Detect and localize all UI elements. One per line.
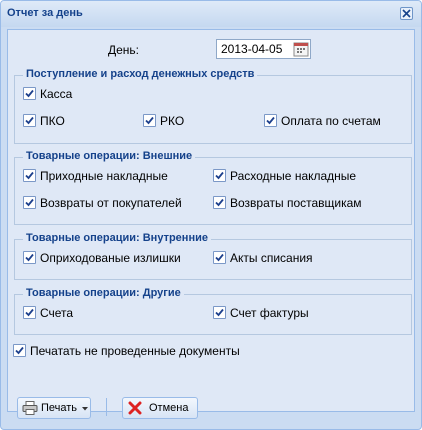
checkbox-label: РКО <box>160 114 185 128</box>
checkbox-label: Возвраты поставщикам <box>230 196 362 210</box>
close-icon <box>402 9 411 18</box>
check-icon <box>25 116 34 125</box>
checkbox-label: Возвраты от покупателей <box>40 196 182 210</box>
cancel-button-label: Отмена <box>149 402 189 414</box>
check-icon <box>215 253 224 262</box>
checkbox-outgoing-invoices[interactable] <box>213 169 226 182</box>
checkbox-label: ПКО <box>40 114 65 128</box>
group-cash: Поступление и расход денежных средств Ка… <box>14 68 412 144</box>
date-label: День: <box>108 43 140 57</box>
cancel-icon <box>128 401 142 415</box>
cancel-button[interactable]: Отмена <box>122 397 198 419</box>
checkbox-label: Печатать не проведенные документы <box>30 344 240 358</box>
check-icon <box>15 346 24 355</box>
print-button-label: Печать <box>41 402 78 414</box>
checkbox-label: Счет фактуры <box>230 306 309 320</box>
checkbox-supplier-returns[interactable] <box>213 196 226 209</box>
checkbox-incoming-invoices[interactable] <box>23 169 36 182</box>
check-icon <box>215 171 224 180</box>
checkbox-writeoff[interactable] <box>213 251 226 264</box>
chevron-down-icon <box>82 407 88 411</box>
check-icon <box>215 198 224 207</box>
group-legend: Товарные операции: Внутренние <box>23 232 211 244</box>
checkbox-label: Расходные накладные <box>230 169 357 183</box>
check-icon <box>215 308 224 317</box>
group-legend: Товарные операции: Внешние <box>23 150 196 162</box>
checkbox-label: Оплата по счетам <box>281 114 381 128</box>
checkbox-customer-returns[interactable] <box>23 196 36 209</box>
group-legend: Товарные операции: Другие <box>23 287 184 299</box>
check-icon <box>266 116 275 125</box>
checkbox-invoice-factura[interactable] <box>213 306 226 319</box>
printer-icon <box>22 401 38 415</box>
check-icon <box>25 198 34 207</box>
check-icon <box>25 308 34 317</box>
toolbar-separator <box>106 398 107 416</box>
checkbox-label: Счета <box>40 306 74 320</box>
checkbox-print-unposted[interactable] <box>13 344 26 357</box>
dialog-body: День: 2013-04-05 Поступление и расход де… <box>7 29 415 419</box>
group-external: Товарные операции: Внешние Приходные нак… <box>14 150 412 225</box>
print-button[interactable]: Печать <box>17 397 91 419</box>
dialog-title: Отчет за день <box>7 7 83 19</box>
date-field[interactable]: 2013-04-05 <box>216 39 311 59</box>
check-icon <box>25 89 34 98</box>
checkbox-label: Оприходованые излишки <box>40 251 181 265</box>
calendar-icon[interactable] <box>293 41 309 57</box>
checkbox-label: Приходные накладные <box>40 169 168 183</box>
checkbox-invoice-payment[interactable] <box>264 114 277 127</box>
group-internal: Товарные операции: Внутренние Оприходова… <box>14 232 412 280</box>
date-value: 2013-04-05 <box>221 42 283 56</box>
check-icon <box>25 171 34 180</box>
group-other: Товарные операции: Другие Счета Счет фак… <box>14 287 412 335</box>
checkbox-pko[interactable] <box>23 114 36 127</box>
checkbox-kassa[interactable] <box>23 87 36 100</box>
checkbox-surplus[interactable] <box>23 251 36 264</box>
check-icon <box>145 116 154 125</box>
group-legend: Поступление и расход денежных средств <box>23 68 258 80</box>
checkbox-invoices[interactable] <box>23 306 36 319</box>
checkbox-label: Касса <box>40 87 73 101</box>
check-icon <box>25 253 34 262</box>
checkbox-rko[interactable] <box>143 114 156 127</box>
title-bar: Отчет за день <box>1 1 421 27</box>
report-dialog: Отчет за день День: 2013-04-05 Поступлен… <box>0 0 422 430</box>
checkbox-label: Акты списания <box>230 251 313 265</box>
close-button[interactable] <box>400 7 413 20</box>
